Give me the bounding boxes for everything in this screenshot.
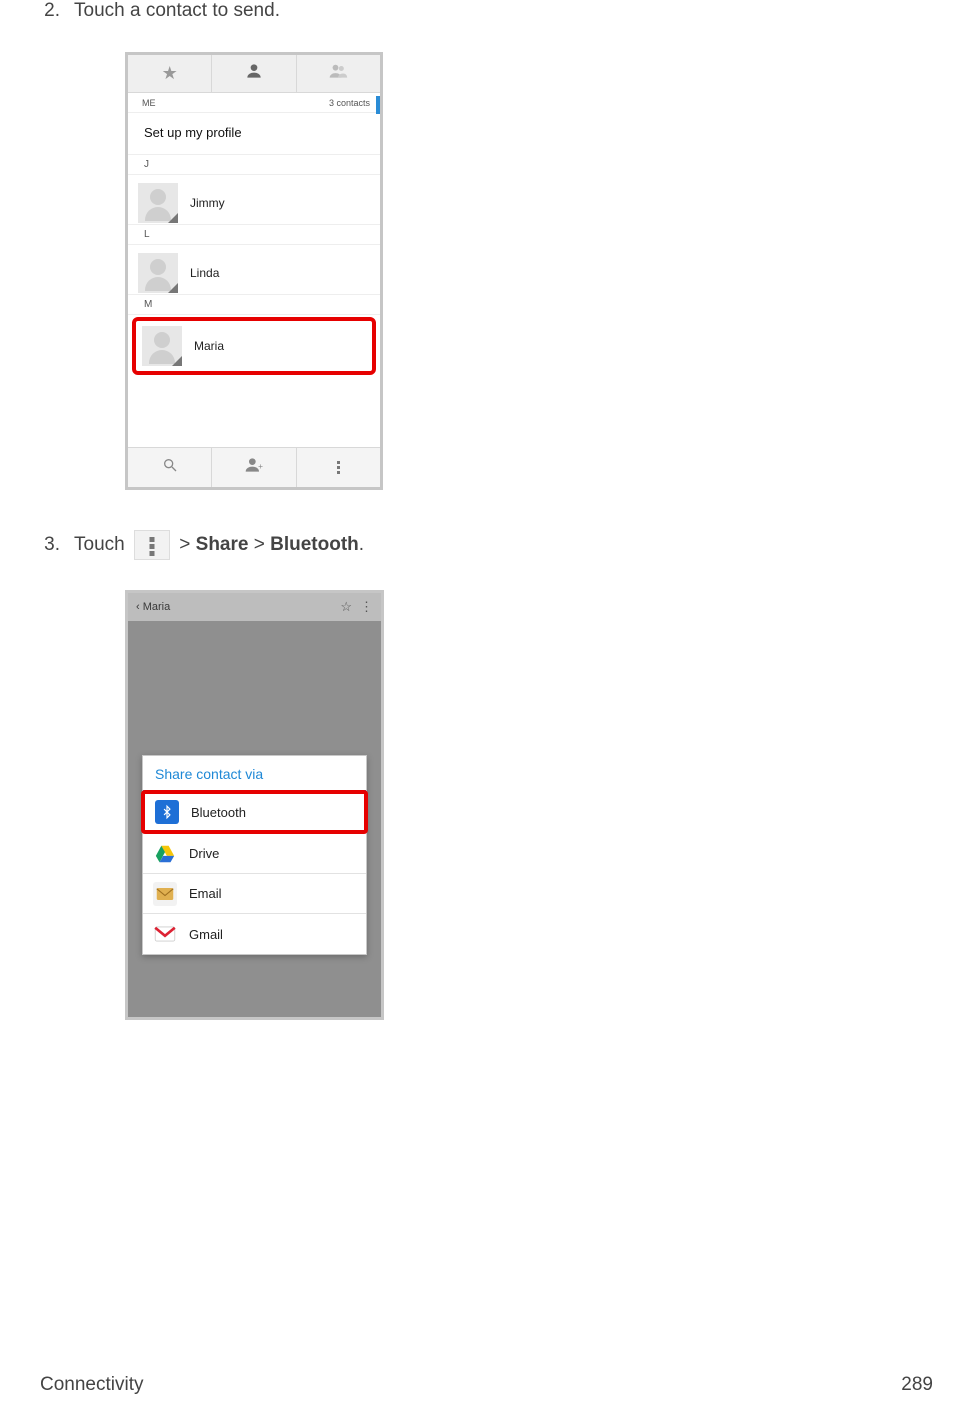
footer-section: Connectivity bbox=[40, 1374, 144, 1396]
tab-groups[interactable] bbox=[297, 55, 380, 92]
section-me: ME 3 contacts bbox=[128, 93, 380, 113]
contact-name: Maria bbox=[194, 339, 224, 353]
setup-profile-row[interactable]: Set up my profile bbox=[128, 113, 380, 155]
page-footer: Connectivity 289 bbox=[0, 1374, 973, 1396]
step-2: 2. Touch a contact to send. bbox=[40, 0, 933, 22]
gmail-icon bbox=[153, 922, 177, 946]
overflow-icon bbox=[337, 459, 340, 476]
group-icon bbox=[328, 61, 348, 86]
section-L: L bbox=[128, 225, 380, 245]
contact-linda[interactable]: Linda bbox=[128, 245, 380, 295]
option-label: Gmail bbox=[189, 927, 223, 942]
option-label: Email bbox=[189, 886, 222, 901]
star-outline-icon[interactable]: ☆ bbox=[340, 599, 352, 615]
tab-contacts[interactable] bbox=[212, 55, 296, 92]
overflow-menu-icon bbox=[134, 530, 170, 560]
svg-text:+: + bbox=[258, 461, 263, 471]
dialog-title: Share contact via bbox=[143, 756, 366, 792]
contact-name: Linda bbox=[190, 266, 219, 280]
bluetooth-icon bbox=[155, 800, 179, 824]
me-label: ME bbox=[142, 98, 156, 108]
overflow-icon[interactable]: ⋮ bbox=[360, 599, 373, 615]
add-contact-button[interactable]: + bbox=[212, 448, 296, 487]
tab-favorites[interactable]: ★ bbox=[128, 55, 212, 92]
contacts-tabbar: ★ bbox=[128, 55, 380, 93]
search-icon bbox=[162, 457, 178, 478]
step-3-number: 3. bbox=[40, 534, 74, 556]
share-dialog: Share contact via Bluetooth Drive bbox=[142, 755, 367, 955]
scroll-indicator bbox=[376, 96, 380, 114]
screenshot-contacts: ★ ME 3 contacts Set up my profile bbox=[125, 52, 383, 490]
email-icon bbox=[153, 882, 177, 906]
drive-icon bbox=[153, 842, 177, 866]
avatar-icon bbox=[138, 183, 178, 223]
avatar-icon bbox=[142, 326, 182, 366]
step-2-text: Touch a contact to send. bbox=[74, 0, 933, 22]
contact-name: Jimmy bbox=[190, 196, 225, 210]
search-button[interactable] bbox=[128, 448, 212, 487]
step-2-number: 2. bbox=[40, 0, 74, 22]
person-icon bbox=[244, 61, 264, 86]
contact-jimmy[interactable]: Jimmy bbox=[128, 175, 380, 225]
screenshot-share-dialog: ‹ Maria ☆ ⋮ Share contact via Bluetooth bbox=[125, 590, 384, 1020]
step-3: 3. Touch > Share > Bluetooth. bbox=[40, 530, 933, 560]
overflow-button[interactable] bbox=[297, 448, 380, 487]
bluetooth-label: Bluetooth bbox=[270, 534, 359, 555]
contact-maria-highlight[interactable]: Maria bbox=[132, 317, 376, 375]
add-person-icon: + bbox=[244, 455, 264, 480]
star-icon: ★ bbox=[162, 63, 178, 84]
share-option-bluetooth[interactable]: Bluetooth bbox=[141, 790, 368, 834]
section-J: J bbox=[128, 155, 380, 175]
contact-detail-header: ‹ Maria ☆ ⋮ bbox=[128, 593, 381, 621]
section-M: M bbox=[128, 295, 380, 315]
avatar-icon bbox=[138, 253, 178, 293]
share-option-drive[interactable]: Drive bbox=[143, 834, 366, 874]
contacts-bottombar: + bbox=[128, 447, 380, 487]
option-label: Drive bbox=[189, 846, 219, 861]
share-option-gmail[interactable]: Gmail bbox=[143, 914, 366, 954]
contacts-count: 3 contacts bbox=[329, 98, 370, 108]
share-label: Share bbox=[196, 534, 249, 555]
option-label: Bluetooth bbox=[191, 805, 246, 820]
footer-page-number: 289 bbox=[901, 1374, 933, 1396]
back-label[interactable]: ‹ Maria bbox=[136, 601, 170, 613]
share-option-email[interactable]: Email bbox=[143, 874, 366, 914]
step-3-text: Touch > Share > Bluetooth. bbox=[74, 530, 933, 560]
